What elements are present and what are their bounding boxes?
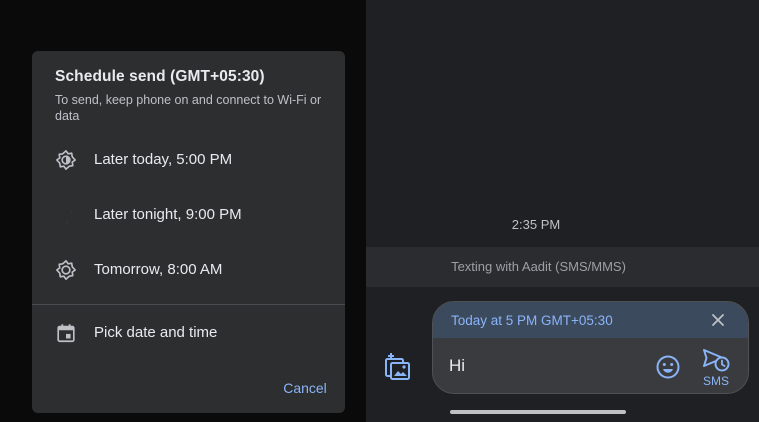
scheduled-send-header[interactable]: Today at 5 PM GMT+05:30 [433,302,748,338]
option-pick-date-time[interactable]: Pick date and time [32,311,345,355]
message-timestamp: 2:35 PM [511,217,561,232]
compose-box: Today at 5 PM GMT+05:30 Hi SMS [432,301,749,394]
emoji-icon[interactable] [655,354,681,380]
scheduled-send-button[interactable]: SMS [699,347,733,389]
gesture-nav-bar[interactable] [450,410,626,414]
calendar-icon [57,324,75,343]
option-label: Pick date and time [94,324,218,341]
cancel-button[interactable]: Cancel [270,377,340,399]
option-tomorrow[interactable]: Tomorrow, 8:00 AM [32,248,345,292]
info-bar-text: Texting with Aadit (SMS/MMS) [451,259,626,274]
scheduled-time-label: Today at 5 PM GMT+05:30 [451,313,613,328]
dialog-title: Schedule send (GMT+05:30) [55,68,265,85]
schedule-send-dialog: Schedule send (GMT+05:30) To send, keep … [32,51,345,413]
conversation-info-bar: Texting with Aadit (SMS/MMS) [366,247,759,287]
message-input[interactable]: Hi [449,356,465,376]
option-label: Later today, 5:00 PM [94,151,233,168]
conversation-panel: 2:35 PM Texting with Aadit (SMS/MMS) Tod… [366,0,759,422]
option-later-today[interactable]: Later today, 5:00 PM [32,138,345,182]
moon-icon [64,206,73,224]
option-label: Tomorrow, 8:00 AM [94,261,223,278]
close-icon[interactable] [709,311,727,329]
send-type-label: SMS [702,374,729,388]
divider [32,304,345,305]
option-later-tonight[interactable]: Later tonight, 9:00 PM [32,193,345,237]
sun-dim-icon [56,150,76,170]
option-label: Later tonight, 9:00 PM [94,206,242,223]
attach-media-icon[interactable] [383,352,413,382]
sun-icon [56,260,76,280]
dialog-subtitle: To send, keep phone on and connect to Wi… [55,93,322,123]
scheduled-send-icon [703,349,730,372]
